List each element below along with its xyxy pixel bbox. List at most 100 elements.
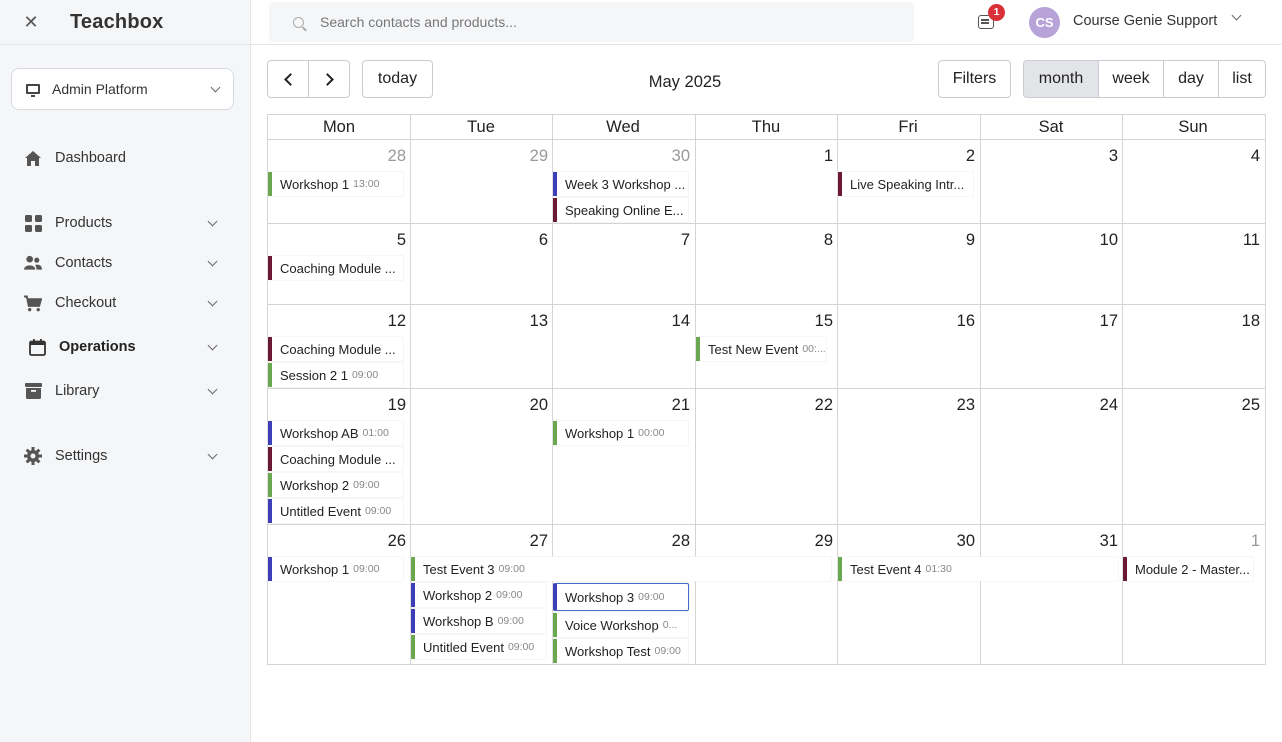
chevron-down-icon — [207, 256, 218, 266]
day-number[interactable]: 30 — [915, 532, 975, 551]
calendar-event[interactable]: Coaching Module ... — [268, 447, 403, 471]
users-icon — [24, 254, 42, 272]
day-number[interactable]: 8 — [773, 231, 833, 250]
calendar-event[interactable]: Test Event 3 09:00 — [411, 557, 831, 581]
view-month-button[interactable]: month — [1023, 60, 1099, 98]
day-number[interactable]: 31 — [1058, 532, 1118, 551]
day-number[interactable]: 15 — [773, 312, 833, 331]
day-number[interactable]: 28 — [346, 147, 406, 166]
sidebar-item-label: Settings — [55, 448, 108, 464]
event-title: Untitled Event — [423, 639, 504, 655]
weekday-header: Fri — [898, 118, 918, 136]
day-number[interactable]: 27 — [488, 532, 548, 551]
sidebar-item-label: Checkout — [55, 295, 117, 311]
sidebar-item-contacts[interactable]: Contacts — [0, 245, 250, 281]
event-time: 09:00 — [507, 641, 535, 653]
day-number[interactable]: 10 — [1058, 231, 1118, 250]
day-number[interactable]: 1 — [773, 147, 833, 166]
chevron-down-icon — [207, 384, 218, 394]
calendar-event[interactable]: Live Speaking Intr... — [838, 172, 973, 196]
day-number[interactable]: 11 — [1200, 231, 1260, 250]
day-number[interactable]: 23 — [915, 396, 975, 415]
sidebar-item-dashboard[interactable]: Dashboard — [0, 140, 250, 176]
calendar-event[interactable]: Workshop 2 09:00 — [268, 473, 403, 497]
day-number[interactable]: 17 — [1058, 312, 1118, 331]
calendar-event[interactable]: Test New Event 00:... — [696, 337, 826, 361]
close-icon[interactable]: ✕ — [0, 12, 62, 33]
calendar-event[interactable]: Workshop Test 09:00 — [553, 639, 688, 663]
day-number[interactable]: 29 — [488, 147, 548, 166]
calendar-event[interactable]: Coaching Module ... — [268, 337, 403, 361]
monitor-icon — [26, 84, 40, 97]
calendar-event[interactable]: Voice Workshop 0... — [553, 613, 688, 637]
prev-button[interactable] — [267, 60, 309, 98]
chevron-down-icon[interactable] — [1231, 10, 1242, 21]
calendar-event[interactable]: Module 2 - Master... — [1123, 557, 1253, 581]
day-number[interactable]: 21 — [630, 396, 690, 415]
calendar-event[interactable]: Coaching Module ... — [268, 256, 403, 280]
day-number[interactable]: 18 — [1200, 312, 1260, 331]
day-number[interactable]: 14 — [630, 312, 690, 331]
day-number[interactable]: 20 — [488, 396, 548, 415]
weekday-header: Mon — [322, 118, 356, 136]
day-number[interactable]: 16 — [915, 312, 975, 331]
grid-icon — [24, 214, 42, 232]
calendar-event[interactable]: Workshop 2 09:00 — [411, 583, 546, 607]
platform-selector[interactable]: Admin Platform — [11, 68, 234, 110]
calendar-event[interactable]: Workshop 1 09:00 — [268, 557, 403, 581]
event-title: Workshop 1 — [565, 425, 635, 441]
sidebar-item-library[interactable]: Library — [0, 373, 250, 409]
sidebar-item-label: Operations — [59, 339, 136, 355]
avatar[interactable]: CS — [1029, 7, 1060, 38]
day-number[interactable]: 4 — [1200, 147, 1260, 166]
sidebar: ✕ Teachbox Admin Platform Dashboard Prod… — [0, 0, 251, 742]
day-number[interactable]: 1 — [1200, 532, 1260, 551]
sidebar-item-settings[interactable]: Settings — [0, 438, 250, 474]
day-number[interactable]: 19 — [346, 396, 406, 415]
day-number[interactable]: 22 — [773, 396, 833, 415]
day-number[interactable]: 6 — [488, 231, 548, 250]
day-number[interactable]: 30 — [630, 147, 690, 166]
calendar-event[interactable]: Workshop 1 13:00 — [268, 172, 403, 196]
calendar-event[interactable]: Workshop B 09:00 — [411, 609, 546, 633]
day-number[interactable]: 29 — [773, 532, 833, 551]
day-number[interactable]: 3 — [1058, 147, 1118, 166]
platform-label: Admin Platform — [52, 81, 148, 97]
sidebar-item-operations[interactable]: Operations — [0, 329, 250, 365]
day-number[interactable]: 25 — [1200, 396, 1260, 415]
day-number[interactable]: 9 — [915, 231, 975, 250]
calendar-event[interactable]: Test Event 4 01:30 — [838, 557, 1118, 581]
day-number[interactable]: 28 — [630, 532, 690, 551]
view-week-button[interactable]: week — [1098, 60, 1164, 98]
day-number[interactable]: 13 — [488, 312, 548, 331]
calendar-event[interactable]: Untitled Event 09:00 — [268, 499, 403, 523]
calendar-event[interactable]: Speaking Online E... — [553, 198, 688, 222]
grid-line — [410, 115, 411, 664]
event-title: Workshop 1 — [280, 561, 350, 577]
sidebar-item-products[interactable]: Products — [0, 205, 250, 241]
today-button[interactable]: today — [362, 60, 433, 98]
calendar-event[interactable]: Session 2 1 09:00 — [268, 363, 403, 387]
calendar-event-selected[interactable]: Workshop 3 09:00 — [553, 583, 689, 611]
day-number[interactable]: 2 — [915, 147, 975, 166]
search-input[interactable] — [320, 14, 880, 30]
event-title: Voice Workshop — [565, 617, 659, 633]
filters-button[interactable]: Filters — [938, 60, 1011, 98]
event-time: 09:00 — [351, 369, 379, 381]
grid-line — [980, 115, 981, 664]
sidebar-item-checkout[interactable]: Checkout — [0, 285, 250, 321]
next-button[interactable] — [308, 60, 350, 98]
day-number[interactable]: 12 — [346, 312, 406, 331]
user-menu[interactable]: Course Genie Support — [1073, 13, 1217, 29]
day-number[interactable]: 5 — [346, 231, 406, 250]
view-list-button[interactable]: list — [1218, 60, 1266, 98]
calendar-event[interactable]: Workshop AB 01:00 — [268, 421, 403, 445]
calendar-event[interactable]: Workshop 1 00:00 — [553, 421, 688, 445]
view-day-button[interactable]: day — [1163, 60, 1219, 98]
day-number[interactable]: 24 — [1058, 396, 1118, 415]
day-number[interactable]: 7 — [630, 231, 690, 250]
calendar-event[interactable]: Week 3 Workshop ... — [553, 172, 688, 196]
event-time: 09:00 — [353, 563, 380, 575]
calendar-event[interactable]: Untitled Event 09:00 — [411, 635, 546, 659]
day-number[interactable]: 26 — [346, 532, 406, 551]
